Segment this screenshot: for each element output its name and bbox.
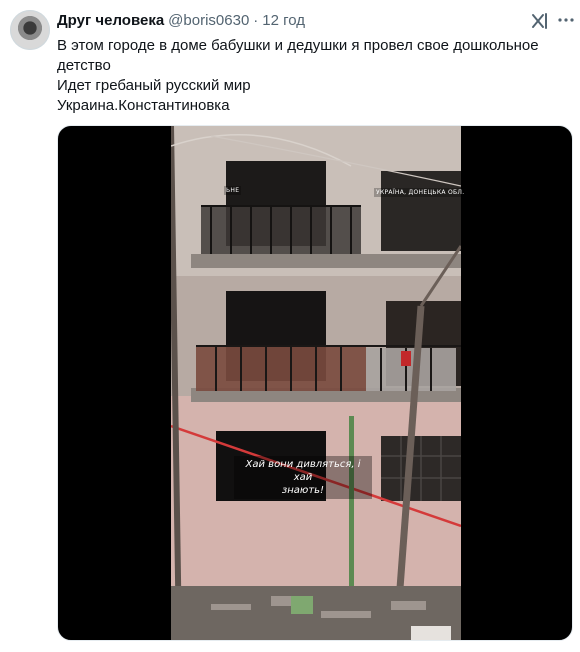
video-watermark-left: ЬНЕ	[224, 186, 242, 195]
header-separator: ·	[253, 12, 259, 29]
video-media[interactable]: ЬНЕ УКРАЇНА, ДОНЕЦЬКА ОБЛ. Хай вони дивл…	[57, 125, 573, 641]
tweet-text-line: В этом городе в доме бабушки и дедушки я…	[57, 37, 539, 74]
video-frame	[171, 126, 461, 640]
author-handle[interactable]: @boris0630	[168, 12, 249, 29]
more-icon[interactable]	[556, 10, 576, 30]
tweet-header: Друг человека @boris0630 · 12 год	[57, 12, 520, 29]
tweet-text-line: Идет гребаный русский мир	[57, 77, 251, 94]
author-name[interactable]: Друг человека	[57, 12, 164, 29]
tweet-time[interactable]: 12 год	[262, 12, 305, 29]
grok-icon[interactable]	[530, 11, 550, 31]
video-caption: Хай вони дивляться, і хай знають!	[234, 456, 372, 499]
tweet-text: В этом городе в доме бабушки и дедушки я…	[57, 36, 562, 116]
caption-line: Хай вони дивляться, і хай	[245, 459, 361, 483]
caption-line: знають!	[281, 485, 325, 496]
video-watermark-right: УКРАЇНА, ДОНЕЦЬКА ОБЛ.	[374, 188, 467, 197]
avatar[interactable]	[10, 10, 50, 50]
tweet-text-line: Украина.Константиновка	[57, 97, 230, 114]
